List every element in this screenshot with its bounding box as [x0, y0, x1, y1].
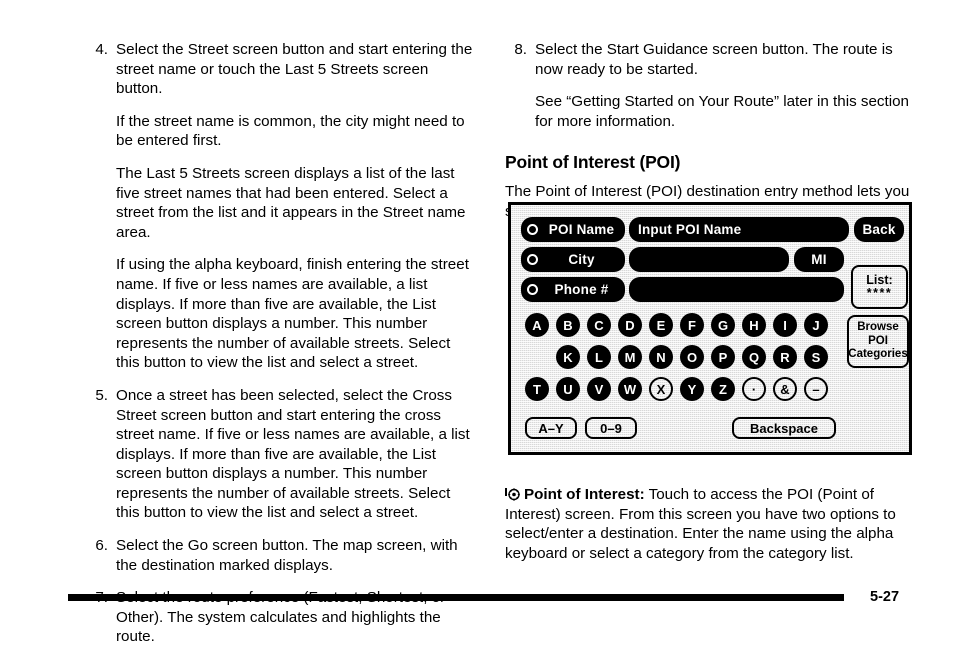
back-button[interactable]: Back [854, 217, 904, 242]
browse-line-1: Browse [857, 321, 899, 334]
key-o[interactable]: O [680, 345, 704, 369]
state-button[interactable]: MI [794, 247, 844, 272]
list-item: 4. Select the Street screen button and st… [86, 40, 478, 373]
list-button-count: **** [866, 286, 893, 300]
key-–[interactable]: – [804, 377, 828, 401]
accented-letters-label: A–Y [538, 420, 564, 436]
key-s[interactable]: S [804, 345, 828, 369]
list-button-label: List: [866, 272, 893, 287]
step-text: Select the Street screen button and star… [116, 41, 473, 98]
key-k[interactable]: K [556, 345, 580, 369]
key-j[interactable]: J [804, 313, 828, 337]
key-i[interactable]: I [773, 313, 797, 337]
key-x[interactable]: X [649, 377, 673, 401]
left-column: 4. Select the Street screen button and st… [86, 40, 478, 660]
key-&[interactable]: & [773, 377, 797, 401]
key-m[interactable]: M [618, 345, 642, 369]
key-z[interactable]: Z [711, 377, 735, 401]
step-number: 4. [95, 41, 108, 58]
footer-rule [68, 594, 844, 601]
city-input[interactable] [629, 247, 789, 272]
radio-icon [527, 224, 538, 235]
key-v[interactable]: V [587, 377, 611, 401]
list-item: 8. Select the Start Guidance screen butto… [505, 40, 915, 131]
city-row-button[interactable]: City [521, 247, 625, 272]
key-·[interactable]: · [742, 377, 766, 401]
key-n[interactable]: N [649, 345, 673, 369]
list-item: 5. Once a street has been selected, selec… [86, 386, 478, 523]
browse-line-2: POI [868, 334, 888, 347]
key-a[interactable]: A [525, 313, 549, 337]
step-text: Once a street has been selected, select … [116, 386, 470, 522]
numbers-key[interactable]: 0–9 [585, 417, 637, 439]
back-button-label: Back [862, 222, 896, 237]
key-l[interactable]: L [587, 345, 611, 369]
key-b[interactable]: B [556, 313, 580, 337]
backspace-label: Backspace [750, 420, 818, 436]
poi-name-input-value: Input POI Name [638, 222, 742, 237]
key-w[interactable]: W [618, 377, 642, 401]
step-note: The Last 5 Streets screen displays a lis… [116, 164, 466, 241]
key-c[interactable]: C [587, 313, 611, 337]
key-f[interactable]: F [680, 313, 704, 337]
key-e[interactable]: E [649, 313, 673, 337]
city-row-label: City [568, 252, 595, 267]
key-r[interactable]: R [773, 345, 797, 369]
key-y[interactable]: Y [680, 377, 704, 401]
numbers-label: 0–9 [600, 420, 622, 436]
left-step-list: 4. Select the Street screen button and st… [86, 40, 478, 647]
poi-entry-screen-figure: POI Name Input POI Name Back City MI Pho… [508, 202, 912, 455]
key-h[interactable]: H [742, 313, 766, 337]
step-text: Select the Go screen button. The map scr… [116, 537, 458, 574]
right-step-list: 8. Select the Start Guidance screen butto… [505, 40, 915, 131]
step-number: 8. [514, 41, 527, 58]
poi-name-input[interactable]: Input POI Name [629, 217, 849, 242]
poi-name-row-label: POI Name [548, 222, 615, 237]
key-q[interactable]: Q [742, 345, 766, 369]
accented-letters-key[interactable]: A–Y [525, 417, 577, 439]
poi-screen-canvas: POI Name Input POI Name Back City MI Pho… [511, 205, 909, 452]
document-page: 4. Select the Street screen button and st… [0, 0, 954, 645]
state-button-label: MI [811, 252, 827, 267]
step-number: 6. [95, 537, 108, 555]
list-button[interactable]: List: **** [851, 265, 908, 309]
page-title: Point of Interest (POI) [505, 152, 681, 173]
step-number: 5. [95, 386, 108, 404]
key-u[interactable]: U [556, 377, 580, 401]
key-t[interactable]: T [525, 377, 549, 401]
step-note: If the street name is common, the city m… [116, 112, 465, 150]
key-d[interactable]: D [618, 313, 642, 337]
page-number: 5-27 [870, 589, 900, 605]
step-text: Select the Start Guidance screen button.… [535, 41, 893, 78]
figure-caption: Point of Interest: Touch to access the P… [505, 485, 917, 563]
caption-term: Point of Interest: [524, 486, 645, 504]
key-g[interactable]: G [711, 313, 735, 337]
phone-row-label: Phone # [554, 282, 609, 297]
browse-line-3: Categories [848, 348, 908, 361]
key-p[interactable]: P [711, 345, 735, 369]
step-note: If using the alpha keyboard, finish ente… [116, 256, 469, 372]
poi-name-row-button[interactable]: POI Name [521, 217, 625, 242]
radio-icon [527, 284, 538, 295]
list-item: 6. Select the Go screen button. The map s… [86, 536, 478, 575]
step-note: See “Getting Started on Your Route” late… [535, 93, 909, 130]
poi-marker-icon [505, 487, 520, 501]
phone-input[interactable] [629, 277, 844, 302]
phone-row-button[interactable]: Phone # [521, 277, 625, 302]
browse-poi-categories-button[interactable]: Browse POI Categories [847, 315, 909, 368]
backspace-key[interactable]: Backspace [732, 417, 836, 439]
radio-icon [527, 254, 538, 265]
